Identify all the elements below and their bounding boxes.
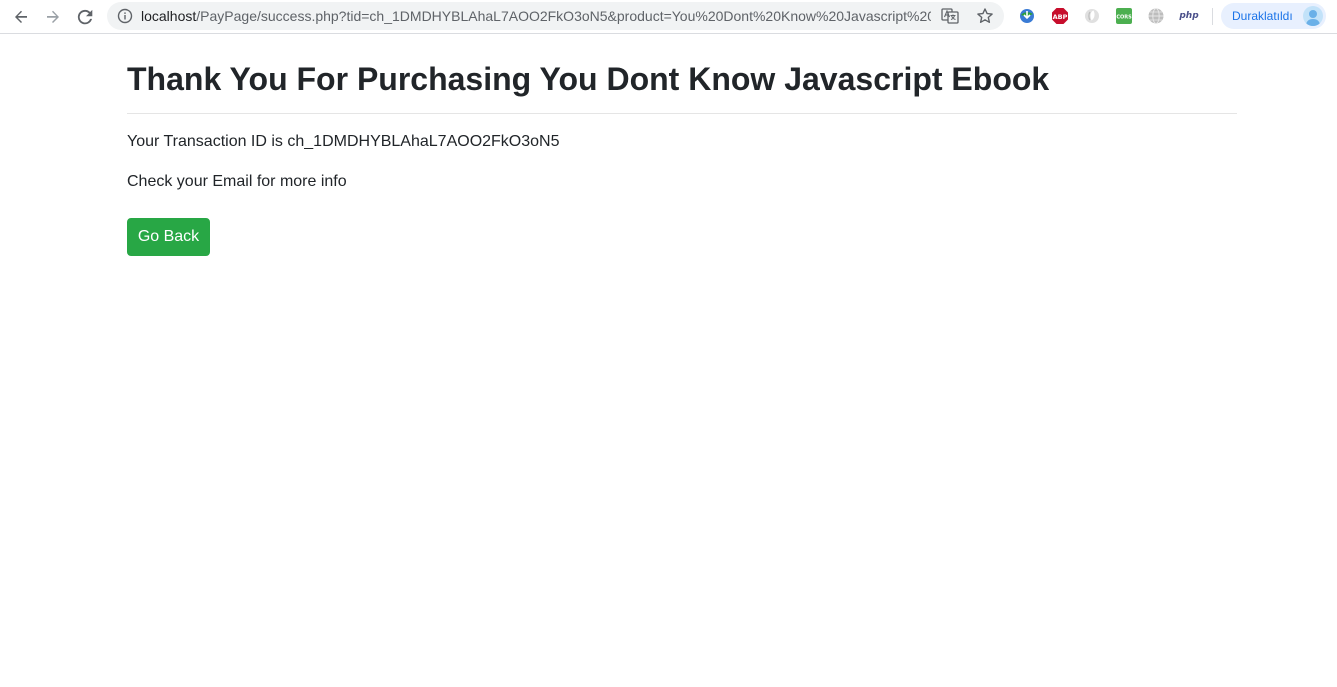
svg-text:ABP: ABP	[1053, 13, 1068, 21]
forward-arrow-icon[interactable]	[40, 4, 66, 30]
back-arrow-icon[interactable]	[8, 4, 34, 30]
translate-icon[interactable]	[941, 7, 959, 25]
title-divider	[127, 113, 1237, 114]
grey-extension-icon[interactable]	[1083, 7, 1101, 25]
profile-paused-button[interactable]: Duraklatıldı	[1221, 3, 1326, 29]
svg-text:CORS: CORS	[1116, 15, 1132, 21]
site-info-icon[interactable]	[117, 8, 133, 24]
url-path: /PayPage/success.php?tid=ch_1DMDHYBLAhaL…	[196, 8, 931, 24]
go-back-button[interactable]: Go Back	[127, 218, 210, 256]
transaction-id-text: Your Transaction ID is ch_1DMDHYBLAhaL7A…	[127, 133, 560, 150]
adblock-plus-icon[interactable]: ABP	[1051, 7, 1069, 25]
url-host: localhost	[141, 8, 197, 24]
address-bar[interactable]: localhost/PayPage/success.php?tid=ch_1DM…	[107, 2, 1004, 30]
globe-icon[interactable]	[1147, 7, 1165, 25]
avatar	[1303, 6, 1323, 26]
page-title: Thank You For Purchasing You Dont Know J…	[127, 61, 1050, 97]
idm-icon[interactable]	[1018, 7, 1036, 25]
browser-toolbar: localhost/PayPage/success.php?tid=ch_1DM…	[0, 0, 1337, 34]
toolbar-divider	[1212, 8, 1213, 25]
profile-status-label: Duraklatıldı	[1232, 9, 1293, 23]
reload-icon[interactable]	[72, 4, 98, 30]
bookmark-star-icon[interactable]	[976, 7, 994, 25]
email-info-text: Check your Email for more info	[127, 173, 347, 190]
php-icon[interactable]: php	[1178, 7, 1200, 25]
url-text[interactable]: localhost/PayPage/success.php?tid=ch_1DM…	[141, 2, 931, 30]
cors-icon[interactable]: CORS	[1115, 7, 1133, 25]
